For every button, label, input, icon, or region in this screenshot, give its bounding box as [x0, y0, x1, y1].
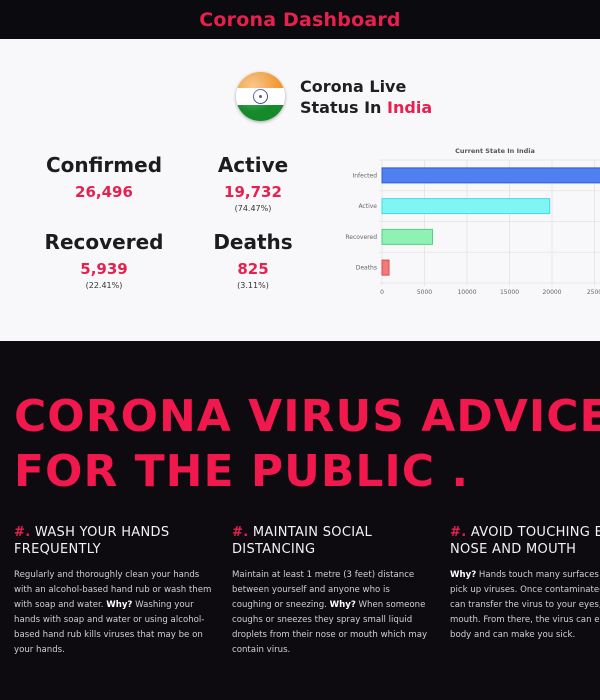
stat-value: 825	[237, 260, 269, 278]
status-panel: Corona Live Status In India Confirmed 26…	[0, 39, 600, 341]
stat-percent: (74.47%)	[234, 204, 272, 213]
hero-line2: FOR THE PUBLIC .	[14, 446, 470, 497]
bar-recovered	[381, 228, 433, 245]
stat-percent: (22.41%)	[85, 281, 123, 290]
y-tick-label: Recovered	[345, 234, 377, 241]
stat-label: Active	[217, 153, 289, 177]
y-tick-label: Active	[358, 203, 377, 210]
x-tick-label: 20000	[542, 289, 561, 296]
advice-section: CORONA VIRUS ADVICE FOR THE PUBLIC . #. …	[0, 341, 600, 700]
advice-body-text: Hands touch many surfaces and can pick u…	[450, 570, 600, 640]
advice-avoid-touching: #. AVOID TOUCHING EYES, NOSE AND MOUTH W…	[450, 524, 600, 643]
stat-value: 26,496	[75, 183, 133, 201]
advice-hero: CORONA VIRUS ADVICE FOR THE PUBLIC .	[14, 389, 600, 499]
advice-wash-hands: #. WASH YOUR HANDS FREQUENTLY Regularly …	[14, 524, 214, 658]
stat-value: 5,939	[80, 260, 128, 278]
chart-title: Current State In India	[455, 147, 535, 155]
x-tick-label: 10000	[457, 289, 476, 296]
status-heading: Corona Live Status In India	[300, 76, 432, 118]
stat-recovered: Recovered 5,939 (22.41%)	[29, 230, 179, 290]
advice-why: Why?	[106, 600, 133, 610]
bar-deaths	[381, 259, 390, 276]
x-tick-label: 5000	[417, 289, 432, 296]
stat-active: Active 19,732 (74.47%)	[178, 153, 328, 213]
hash-mark: #.	[450, 525, 467, 540]
advice-title: #. MAINTAIN SOCIAL DISTANCING	[232, 524, 432, 558]
stat-confirmed: Confirmed 26,496	[29, 153, 179, 204]
top-bar: Corona Dashboard	[0, 0, 600, 39]
advice-body: Maintain at least 1 metre (3 feet) dista…	[232, 568, 432, 658]
bar-chart: Current State In India 0 5000 10000 15000 200…	[345, 147, 600, 296]
status-heading-line1: Corona Live	[300, 77, 407, 96]
india-flag-icon	[236, 72, 285, 121]
advice-social-distancing: #. MAINTAIN SOCIAL DISTANCING Maintain a…	[232, 524, 432, 658]
advice-body: Why? Hands touch many surfaces and can p…	[450, 568, 600, 643]
hero-line1: CORONA VIRUS ADVICE	[14, 391, 600, 442]
stat-label: Confirmed	[45, 153, 163, 177]
advice-why: Why?	[450, 570, 477, 580]
app-title: Corona Dashboard	[199, 8, 401, 31]
x-tick-label: 2500	[587, 289, 600, 296]
advice-title-text: AVOID TOUCHING EYES, NOSE AND MOUTH	[450, 525, 600, 557]
advice-why: Why?	[329, 600, 356, 610]
hash-mark: #.	[14, 525, 31, 540]
country-name: India	[387, 98, 433, 117]
status-heading-prefix: Status In	[300, 98, 382, 117]
advice-title-text: WASH YOUR HANDS FREQUENTLY	[14, 525, 170, 557]
x-tick-label: 15000	[500, 289, 519, 296]
y-tick-label: Infected	[352, 172, 377, 179]
current-state-chart: Current State In India 0 5000 10000 15000 200…	[330, 141, 600, 301]
advice-title: #. AVOID TOUCHING EYES, NOSE AND MOUTH	[450, 524, 600, 558]
x-tick-label: 0	[380, 289, 384, 296]
bar-active	[381, 198, 551, 215]
stat-deaths: Deaths 825 (3.11%)	[178, 230, 328, 290]
stat-percent: (3.11%)	[237, 281, 269, 290]
bar-infected	[381, 167, 600, 184]
hash-mark: #.	[232, 525, 249, 540]
stat-value: 19,732	[224, 183, 282, 201]
advice-title-text: MAINTAIN SOCIAL DISTANCING	[232, 525, 373, 557]
advice-title: #. WASH YOUR HANDS FREQUENTLY	[14, 524, 214, 558]
advice-body: Regularly and thoroughly clean your hand…	[14, 568, 214, 658]
stat-label: Deaths	[213, 230, 293, 254]
y-tick-label: Deaths	[356, 265, 377, 272]
stat-label: Recovered	[44, 230, 164, 254]
